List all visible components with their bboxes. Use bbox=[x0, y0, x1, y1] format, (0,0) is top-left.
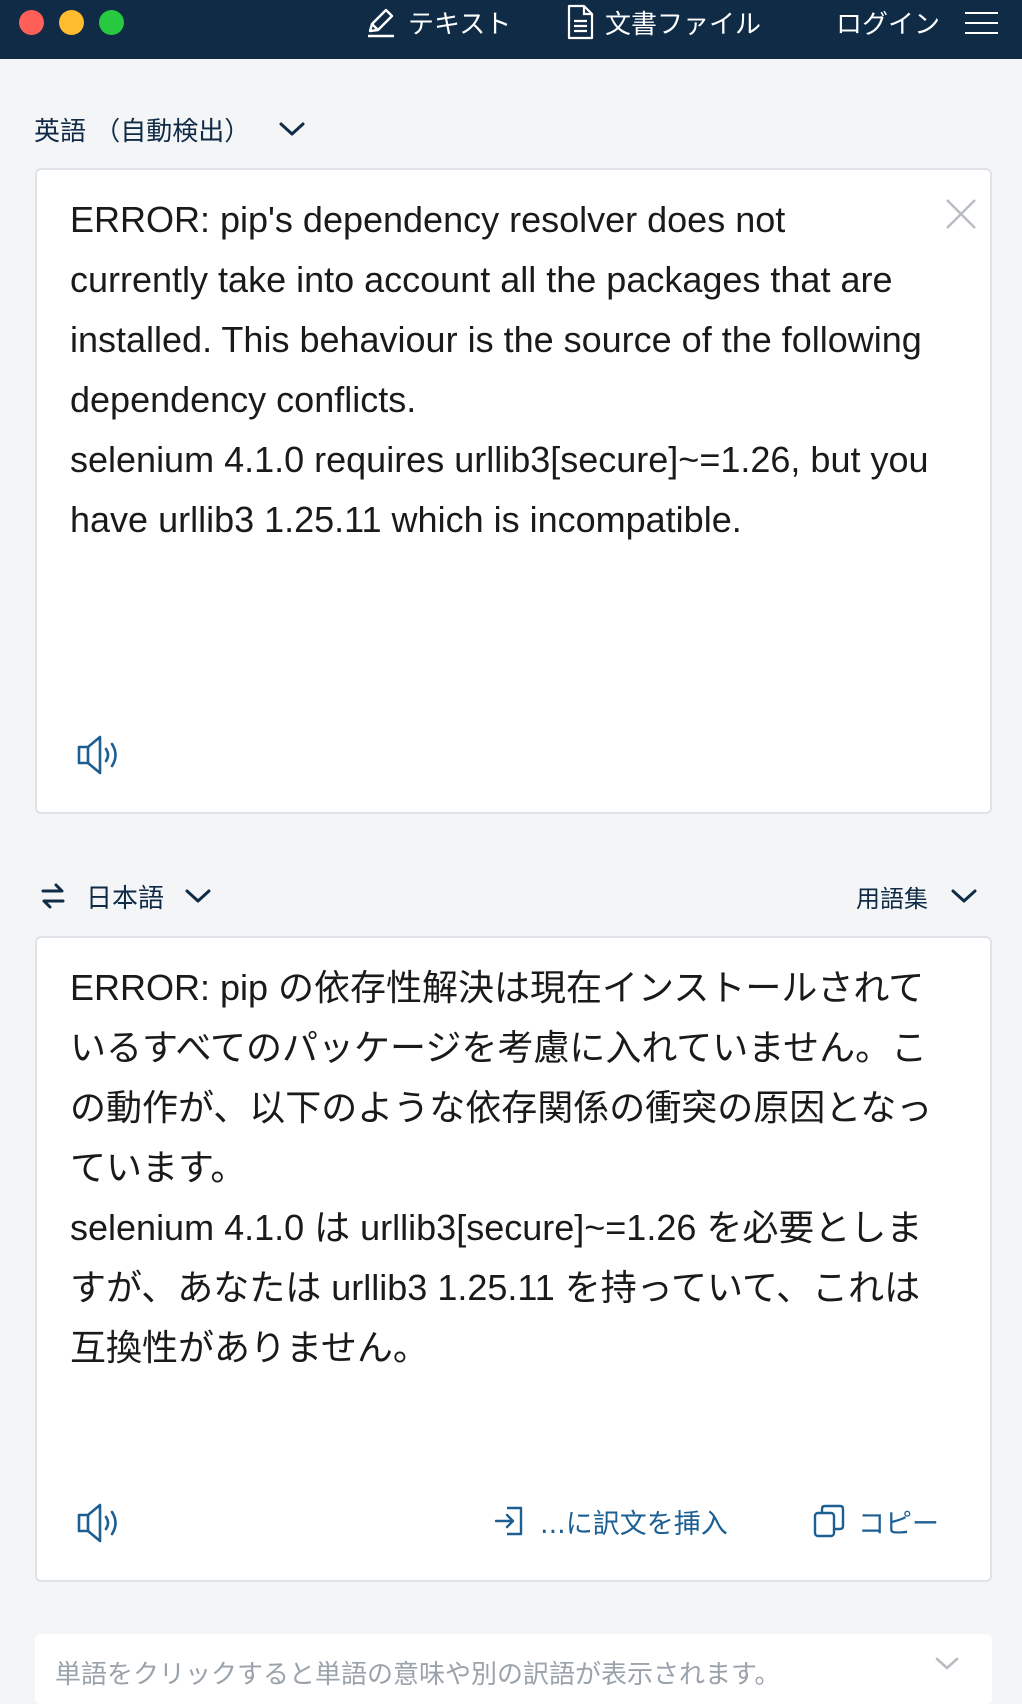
chevron-down-icon bbox=[935, 1657, 959, 1670]
nav-document-label: 文書ファイル bbox=[605, 9, 762, 40]
translation-text: ERROR: pip の依存性解決は現在インストールされているすべてのパッケージ… bbox=[70, 967, 933, 1368]
window-minimize-dot[interactable] bbox=[59, 10, 84, 35]
document-icon bbox=[567, 4, 594, 40]
login-label: ログイン bbox=[836, 9, 941, 40]
source-text-panel[interactable]: ERROR: pip's dependency resolver does no… bbox=[35, 168, 992, 814]
chevron-down-icon bbox=[185, 889, 211, 903]
speaker-icon[interactable] bbox=[75, 732, 123, 778]
window-maximize-dot[interactable] bbox=[99, 10, 124, 35]
glossary-dropdown[interactable]: 用語集 bbox=[856, 874, 978, 918]
copy-icon bbox=[813, 1504, 845, 1538]
login-link[interactable]: ログイン bbox=[836, 0, 940, 44]
nav-text-tab[interactable]: テキスト bbox=[364, 0, 511, 44]
copy-button[interactable]: コピー bbox=[812, 1498, 939, 1544]
nav-document-tab[interactable]: 文書ファイル bbox=[565, 0, 761, 44]
chevron-down-icon bbox=[279, 122, 305, 136]
speaker-icon[interactable] bbox=[75, 1500, 123, 1546]
close-icon[interactable] bbox=[941, 194, 981, 234]
translation-panel: ERROR: pip の依存性解決は現在インストールされているすべてのパッケージ… bbox=[35, 936, 992, 1582]
pencil-icon bbox=[368, 8, 394, 38]
swap-icon[interactable] bbox=[40, 882, 66, 910]
copy-label: コピー bbox=[858, 1508, 939, 1540]
word-hint-text: 単語をクリックすると単語の意味や別の訳語が表示されます。 bbox=[55, 1660, 781, 1690]
insert-translation-label: ...に訳文を挿入 bbox=[540, 1508, 728, 1540]
nav-text-label: テキスト bbox=[408, 9, 512, 40]
target-language-selector[interactable]: 日本語 bbox=[40, 874, 212, 918]
target-language-label: 日本語 bbox=[86, 883, 165, 914]
word-hint-bar[interactable]: 単語をクリックすると単語の意味や別の訳語が表示されます。 bbox=[35, 1634, 992, 1704]
window-close-dot[interactable] bbox=[19, 10, 44, 35]
glossary-label: 用語集 bbox=[856, 884, 928, 913]
insert-icon bbox=[494, 1506, 523, 1536]
source-textarea[interactable]: ERROR: pip's dependency resolver does no… bbox=[70, 190, 930, 550]
chevron-down-icon bbox=[951, 889, 977, 903]
source-language-label: 英語 （自動検出） bbox=[34, 116, 251, 147]
top-bar: テキスト 文書ファイル ログイン bbox=[0, 0, 1022, 59]
insert-translation-button[interactable]: ...に訳文を挿入 bbox=[492, 1498, 728, 1544]
source-language-selector[interactable]: 英語 （自動検出） bbox=[34, 107, 306, 151]
hamburger-icon[interactable] bbox=[965, 12, 998, 34]
